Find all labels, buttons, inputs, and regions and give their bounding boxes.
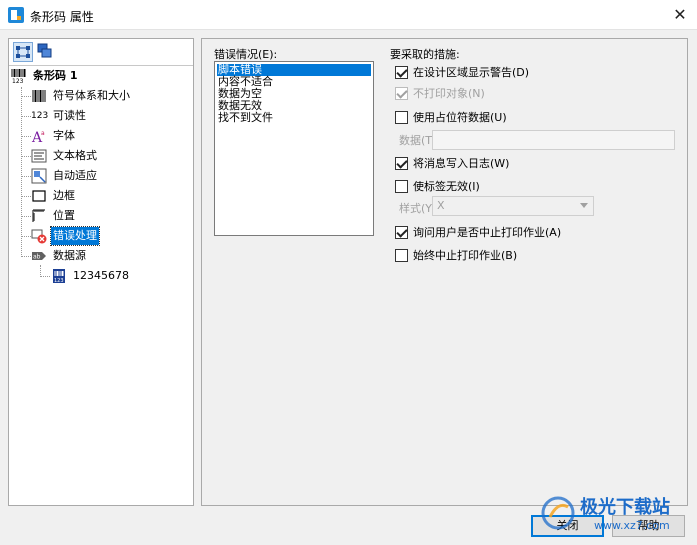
placeholder-data-input[interactable]: [432, 130, 675, 150]
checkbox-label: 将消息写入日志(W): [413, 157, 510, 170]
tree-item-label: 位置: [53, 209, 75, 222]
tree-item-label: 可读性: [53, 109, 86, 122]
tree-connector: [21, 87, 22, 257]
svg-text:ab: ab: [33, 254, 41, 261]
tree-view-button[interactable]: [13, 42, 33, 62]
checkbox-label: 在设计区域显示警告(D): [413, 66, 530, 79]
checkbox-label: 使用占位符数据(U): [413, 111, 507, 124]
checkbox-label: 询问用户是否中止打印作业(A): [413, 226, 562, 239]
checkbox-box[interactable]: [395, 180, 408, 193]
tree-item-label: 边框: [53, 189, 75, 202]
tree-item-label: 自动适应: [53, 169, 97, 182]
checkbox-box[interactable]: [395, 66, 408, 79]
tree-item-auto-fit[interactable]: 自动适应: [31, 167, 191, 185]
layers-view-button[interactable]: [36, 42, 56, 62]
tree-item-text-format[interactable]: 文本格式: [31, 147, 191, 165]
auto-fit-icon: [31, 168, 47, 184]
tree-view-icon: [16, 46, 30, 58]
layers-icon: [37, 43, 52, 58]
font-icon: A a: [31, 130, 45, 144]
svg-text:a: a: [41, 130, 45, 137]
error-handling-icon: [31, 229, 47, 244]
tree-connector: [21, 156, 31, 157]
tree-connector: [40, 276, 50, 277]
barcode-icon: 123: [11, 69, 26, 84]
tree-item-label: 错误处理: [50, 226, 100, 246]
data-source-icon: ab: [32, 252, 46, 261]
window-title: 条形码 属性: [30, 10, 94, 24]
checkbox-box[interactable]: [395, 157, 408, 170]
checkbox-box[interactable]: [395, 249, 408, 262]
text-format-icon: [31, 149, 47, 163]
tree-item-border[interactable]: 边框: [31, 187, 191, 205]
data-field-icon: 123: [53, 269, 65, 284]
tree-connector: [21, 196, 31, 197]
tree-item-label: 字体: [53, 129, 75, 142]
tree-connector: [21, 136, 31, 137]
tree-connector: [21, 96, 31, 97]
checkbox-label: 始终中止打印作业(B): [413, 249, 518, 262]
watermark-url: www.xz7.com: [594, 519, 670, 532]
checkbox-box[interactable]: [395, 111, 408, 124]
chevron-down-icon: [580, 203, 588, 208]
style-select[interactable]: X: [432, 196, 594, 216]
error-list-caption: 错误情况(E):: [214, 48, 278, 61]
position-icon: [32, 209, 45, 222]
tree-item-readability[interactable]: 123 可读性: [31, 107, 191, 125]
checkbox-box[interactable]: [395, 226, 408, 239]
checkbox-box[interactable]: [395, 87, 408, 100]
tree-item-data-source[interactable]: ab 数据源: [31, 247, 191, 265]
tree-root-label: 条形码 1: [33, 69, 78, 82]
tree-item-font[interactable]: A a 字体: [31, 127, 191, 145]
tree-connector: [21, 216, 31, 217]
error-handling-panel: 错误情况(E): 脚本错误 内容不适合 数据为空 数据无效 找不到文件 要采取的…: [201, 38, 688, 506]
tree-connector: [21, 116, 31, 117]
tree-item-label: 数据源: [53, 249, 86, 262]
tree-toolbar: [9, 39, 193, 66]
style-select-value: X: [437, 199, 445, 212]
digits-icon: 123: [31, 111, 49, 121]
tree-item-symbology[interactable]: 符号体系和大小: [31, 87, 191, 105]
tree-root-barcode[interactable]: 123 条形码 1: [11, 67, 191, 85]
tree-item-error-handling[interactable]: 错误处理: [31, 226, 191, 246]
border-icon: [32, 190, 46, 202]
actions-caption: 要采取的措施:: [390, 48, 460, 61]
checkbox-label: 使标签无效(I): [413, 180, 480, 193]
watermark: 极光下载站 www.xz7.com: [540, 493, 695, 543]
tree-item-label: 文本格式: [53, 149, 97, 162]
barcode-lines-icon: [32, 90, 46, 102]
app-icon: [8, 7, 24, 23]
list-item[interactable]: 找不到文件: [217, 112, 371, 124]
watermark-title: 极光下载站: [580, 497, 670, 518]
error-conditions-list[interactable]: 脚本错误 内容不适合 数据为空 数据无效 找不到文件: [214, 61, 374, 236]
title-bar: 条形码 属性 ✕: [0, 0, 697, 30]
tree-item-label: 12345678: [73, 269, 129, 282]
tree-item-position[interactable]: 位置: [31, 207, 191, 225]
close-window-icon[interactable]: ✕: [667, 3, 693, 27]
tree-item-label: 符号体系和大小: [53, 89, 130, 102]
tree-connector: [21, 176, 31, 177]
watermark-logo-icon: [541, 496, 575, 530]
svg-text:123: 123: [54, 278, 64, 284]
property-tree-panel: 123 条形码 1 符号体系和大小 123 可读性 A a 字体 文本格式 自动…: [8, 38, 194, 506]
tree-item-data-field[interactable]: 123 12345678: [51, 267, 191, 285]
checkbox-label: 不打印对象(N): [413, 87, 485, 100]
svg-text:123: 123: [12, 78, 24, 84]
tree-connector: [21, 256, 31, 257]
tree-connector: [21, 236, 31, 237]
